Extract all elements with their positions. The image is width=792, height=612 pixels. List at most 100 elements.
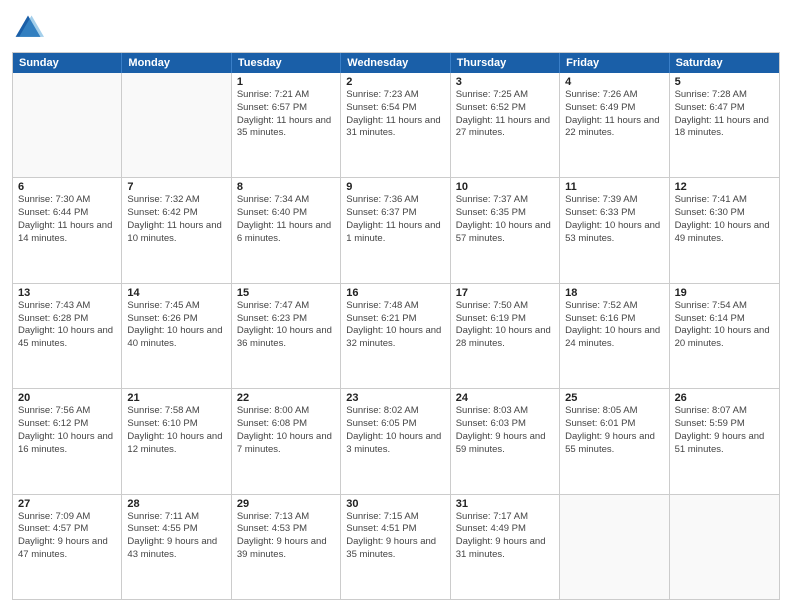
calendar-cell (670, 495, 779, 599)
cell-info: Sunrise: 7:43 AM Sunset: 6:28 PM Dayligh… (18, 300, 116, 351)
calendar-cell: 9Sunrise: 7:36 AM Sunset: 6:37 PM Daylig… (341, 178, 450, 282)
calendar-cell: 30Sunrise: 7:15 AM Sunset: 4:51 PM Dayli… (341, 495, 450, 599)
calendar-cell: 17Sunrise: 7:50 AM Sunset: 6:19 PM Dayli… (451, 284, 560, 388)
calendar-cell: 20Sunrise: 7:56 AM Sunset: 6:12 PM Dayli… (13, 389, 122, 493)
cell-info: Sunrise: 7:32 AM Sunset: 6:42 PM Dayligh… (127, 194, 225, 245)
calendar-cell: 6Sunrise: 7:30 AM Sunset: 6:44 PM Daylig… (13, 178, 122, 282)
calendar-row: 20Sunrise: 7:56 AM Sunset: 6:12 PM Dayli… (13, 388, 779, 493)
calendar-cell: 23Sunrise: 8:02 AM Sunset: 6:05 PM Dayli… (341, 389, 450, 493)
cell-info: Sunrise: 7:41 AM Sunset: 6:30 PM Dayligh… (675, 194, 774, 245)
calendar-cell: 4Sunrise: 7:26 AM Sunset: 6:49 PM Daylig… (560, 73, 669, 177)
cell-info: Sunrise: 7:25 AM Sunset: 6:52 PM Dayligh… (456, 89, 554, 140)
weekday-header: Thursday (451, 53, 560, 73)
calendar-cell (122, 73, 231, 177)
calendar-body: 1Sunrise: 7:21 AM Sunset: 6:57 PM Daylig… (13, 73, 779, 599)
day-number: 2 (346, 76, 444, 88)
calendar-cell: 7Sunrise: 7:32 AM Sunset: 6:42 PM Daylig… (122, 178, 231, 282)
calendar-cell: 16Sunrise: 7:48 AM Sunset: 6:21 PM Dayli… (341, 284, 450, 388)
cell-info: Sunrise: 7:48 AM Sunset: 6:21 PM Dayligh… (346, 300, 444, 351)
cell-info: Sunrise: 7:50 AM Sunset: 6:19 PM Dayligh… (456, 300, 554, 351)
cell-info: Sunrise: 7:52 AM Sunset: 6:16 PM Dayligh… (565, 300, 663, 351)
day-number: 13 (18, 287, 116, 299)
calendar-row: 13Sunrise: 7:43 AM Sunset: 6:28 PM Dayli… (13, 283, 779, 388)
calendar-cell: 19Sunrise: 7:54 AM Sunset: 6:14 PM Dayli… (670, 284, 779, 388)
day-number: 1 (237, 76, 335, 88)
calendar-cell: 10Sunrise: 7:37 AM Sunset: 6:35 PM Dayli… (451, 178, 560, 282)
cell-info: Sunrise: 7:17 AM Sunset: 4:49 PM Dayligh… (456, 511, 554, 562)
calendar-cell: 26Sunrise: 8:07 AM Sunset: 5:59 PM Dayli… (670, 389, 779, 493)
calendar-cell: 5Sunrise: 7:28 AM Sunset: 6:47 PM Daylig… (670, 73, 779, 177)
cell-info: Sunrise: 7:47 AM Sunset: 6:23 PM Dayligh… (237, 300, 335, 351)
calendar-cell: 27Sunrise: 7:09 AM Sunset: 4:57 PM Dayli… (13, 495, 122, 599)
day-number: 12 (675, 181, 774, 193)
calendar-cell: 24Sunrise: 8:03 AM Sunset: 6:03 PM Dayli… (451, 389, 560, 493)
logo (12, 12, 48, 44)
day-number: 29 (237, 498, 335, 510)
cell-info: Sunrise: 7:21 AM Sunset: 6:57 PM Dayligh… (237, 89, 335, 140)
day-number: 6 (18, 181, 116, 193)
day-number: 28 (127, 498, 225, 510)
calendar-cell: 2Sunrise: 7:23 AM Sunset: 6:54 PM Daylig… (341, 73, 450, 177)
day-number: 7 (127, 181, 225, 193)
calendar: SundayMondayTuesdayWednesdayThursdayFrid… (12, 52, 780, 600)
day-number: 17 (456, 287, 554, 299)
day-number: 24 (456, 392, 554, 404)
calendar-cell: 11Sunrise: 7:39 AM Sunset: 6:33 PM Dayli… (560, 178, 669, 282)
cell-info: Sunrise: 7:45 AM Sunset: 6:26 PM Dayligh… (127, 300, 225, 351)
calendar-cell: 21Sunrise: 7:58 AM Sunset: 6:10 PM Dayli… (122, 389, 231, 493)
calendar-row: 27Sunrise: 7:09 AM Sunset: 4:57 PM Dayli… (13, 494, 779, 599)
cell-info: Sunrise: 7:58 AM Sunset: 6:10 PM Dayligh… (127, 405, 225, 456)
cell-info: Sunrise: 7:13 AM Sunset: 4:53 PM Dayligh… (237, 511, 335, 562)
cell-info: Sunrise: 7:56 AM Sunset: 6:12 PM Dayligh… (18, 405, 116, 456)
calendar-cell (13, 73, 122, 177)
day-number: 31 (456, 498, 554, 510)
cell-info: Sunrise: 7:15 AM Sunset: 4:51 PM Dayligh… (346, 511, 444, 562)
day-number: 20 (18, 392, 116, 404)
calendar-cell: 28Sunrise: 7:11 AM Sunset: 4:55 PM Dayli… (122, 495, 231, 599)
cell-info: Sunrise: 7:30 AM Sunset: 6:44 PM Dayligh… (18, 194, 116, 245)
logo-icon (12, 12, 44, 44)
day-number: 16 (346, 287, 444, 299)
day-number: 10 (456, 181, 554, 193)
day-number: 14 (127, 287, 225, 299)
calendar-cell: 3Sunrise: 7:25 AM Sunset: 6:52 PM Daylig… (451, 73, 560, 177)
weekday-header: Wednesday (341, 53, 450, 73)
cell-info: Sunrise: 8:05 AM Sunset: 6:01 PM Dayligh… (565, 405, 663, 456)
calendar-cell: 31Sunrise: 7:17 AM Sunset: 4:49 PM Dayli… (451, 495, 560, 599)
calendar-cell: 8Sunrise: 7:34 AM Sunset: 6:40 PM Daylig… (232, 178, 341, 282)
cell-info: Sunrise: 7:34 AM Sunset: 6:40 PM Dayligh… (237, 194, 335, 245)
day-number: 8 (237, 181, 335, 193)
day-number: 11 (565, 181, 663, 193)
calendar-row: 1Sunrise: 7:21 AM Sunset: 6:57 PM Daylig… (13, 73, 779, 177)
cell-info: Sunrise: 7:11 AM Sunset: 4:55 PM Dayligh… (127, 511, 225, 562)
calendar-cell: 13Sunrise: 7:43 AM Sunset: 6:28 PM Dayli… (13, 284, 122, 388)
calendar-header: SundayMondayTuesdayWednesdayThursdayFrid… (13, 53, 779, 73)
day-number: 27 (18, 498, 116, 510)
day-number: 18 (565, 287, 663, 299)
calendar-cell: 12Sunrise: 7:41 AM Sunset: 6:30 PM Dayli… (670, 178, 779, 282)
cell-info: Sunrise: 7:28 AM Sunset: 6:47 PM Dayligh… (675, 89, 774, 140)
weekday-header: Tuesday (232, 53, 341, 73)
cell-info: Sunrise: 7:54 AM Sunset: 6:14 PM Dayligh… (675, 300, 774, 351)
calendar-cell: 29Sunrise: 7:13 AM Sunset: 4:53 PM Dayli… (232, 495, 341, 599)
calendar-cell: 1Sunrise: 7:21 AM Sunset: 6:57 PM Daylig… (232, 73, 341, 177)
day-number: 25 (565, 392, 663, 404)
day-number: 21 (127, 392, 225, 404)
cell-info: Sunrise: 7:39 AM Sunset: 6:33 PM Dayligh… (565, 194, 663, 245)
day-number: 22 (237, 392, 335, 404)
day-number: 30 (346, 498, 444, 510)
calendar-cell: 14Sunrise: 7:45 AM Sunset: 6:26 PM Dayli… (122, 284, 231, 388)
calendar-cell (560, 495, 669, 599)
cell-info: Sunrise: 7:36 AM Sunset: 6:37 PM Dayligh… (346, 194, 444, 245)
calendar-cell: 15Sunrise: 7:47 AM Sunset: 6:23 PM Dayli… (232, 284, 341, 388)
cell-info: Sunrise: 7:26 AM Sunset: 6:49 PM Dayligh… (565, 89, 663, 140)
day-number: 23 (346, 392, 444, 404)
day-number: 26 (675, 392, 774, 404)
weekday-header: Sunday (13, 53, 122, 73)
cell-info: Sunrise: 8:03 AM Sunset: 6:03 PM Dayligh… (456, 405, 554, 456)
calendar-cell: 18Sunrise: 7:52 AM Sunset: 6:16 PM Dayli… (560, 284, 669, 388)
cell-info: Sunrise: 7:23 AM Sunset: 6:54 PM Dayligh… (346, 89, 444, 140)
day-number: 5 (675, 76, 774, 88)
cell-info: Sunrise: 8:02 AM Sunset: 6:05 PM Dayligh… (346, 405, 444, 456)
calendar-cell: 22Sunrise: 8:00 AM Sunset: 6:08 PM Dayli… (232, 389, 341, 493)
